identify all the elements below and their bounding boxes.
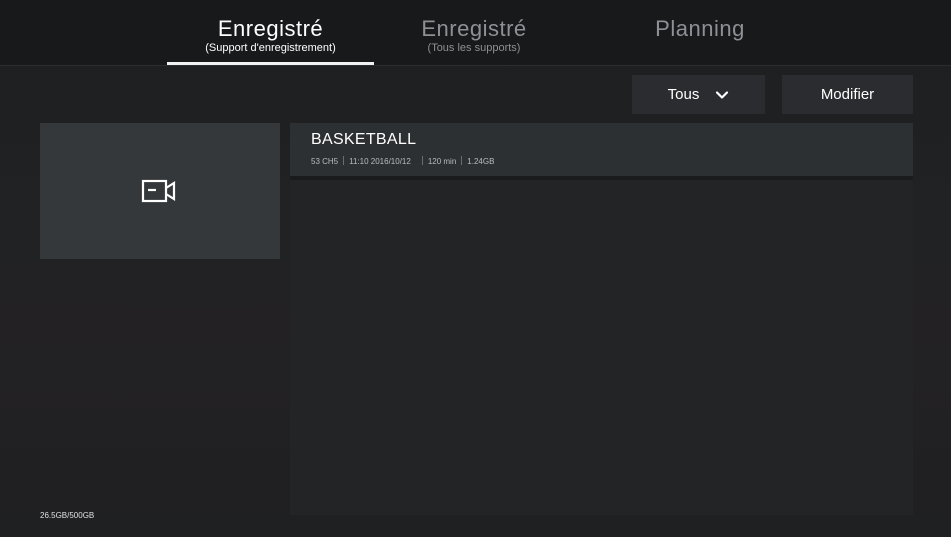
recording-datetime: 11:10 2016/10/12 (349, 157, 411, 166)
divider (343, 156, 345, 165)
tab-recorded-this-media[interactable]: Enregistré (Support d'enregistrement) (167, 0, 374, 66)
recordings-list: BASKETBALL 53 CH5 11:10 2016/10/12 120 min… (290, 123, 913, 515)
tab-recorded-all-media[interactable]: Enregistré (Tous les supports) (374, 0, 574, 66)
tab-subtitle: (Support d'enregistrement) (205, 42, 336, 54)
modify-button[interactable]: Modifier (782, 75, 913, 114)
recording-channel: 53 CH5 (311, 157, 339, 166)
top-tab-bar: Enregistré (Support d'enregistrement) En… (0, 0, 951, 66)
divider (0, 65, 951, 66)
tab-title: Enregistré (217, 16, 324, 41)
recording-size: 1.24GB (467, 157, 495, 166)
modify-label: Modifier (820, 86, 875, 103)
tab-title: Enregistré (421, 16, 527, 41)
list-item[interactable]: BASKETBALL 53 CH5 11:10 2016/10/12 120 min… (290, 123, 913, 176)
recordings-screen: Enregistré (Support d'enregistrement) En… (0, 0, 951, 537)
tab-planning[interactable]: Planning (600, 0, 800, 66)
divider (421, 156, 423, 165)
divider (290, 176, 913, 180)
video-camera-icon (141, 179, 176, 203)
filter-dropdown[interactable]: Tous (632, 75, 765, 114)
chevron-down-icon (716, 90, 729, 99)
recording-thumbnail (40, 123, 280, 259)
recording-meta: 53 CH5 11:10 2016/10/12 120 min 1.24GB (311, 156, 494, 166)
tab-title: Planning (655, 16, 745, 41)
filter-label: Tous (667, 86, 700, 103)
recording-title: BASKETBALL (311, 131, 417, 148)
tab-subtitle: (Tous les supports) (427, 42, 521, 54)
storage-usage: 26.5GB/500GB (40, 511, 95, 520)
divider (461, 156, 463, 165)
recording-duration: 120 min (427, 157, 457, 166)
